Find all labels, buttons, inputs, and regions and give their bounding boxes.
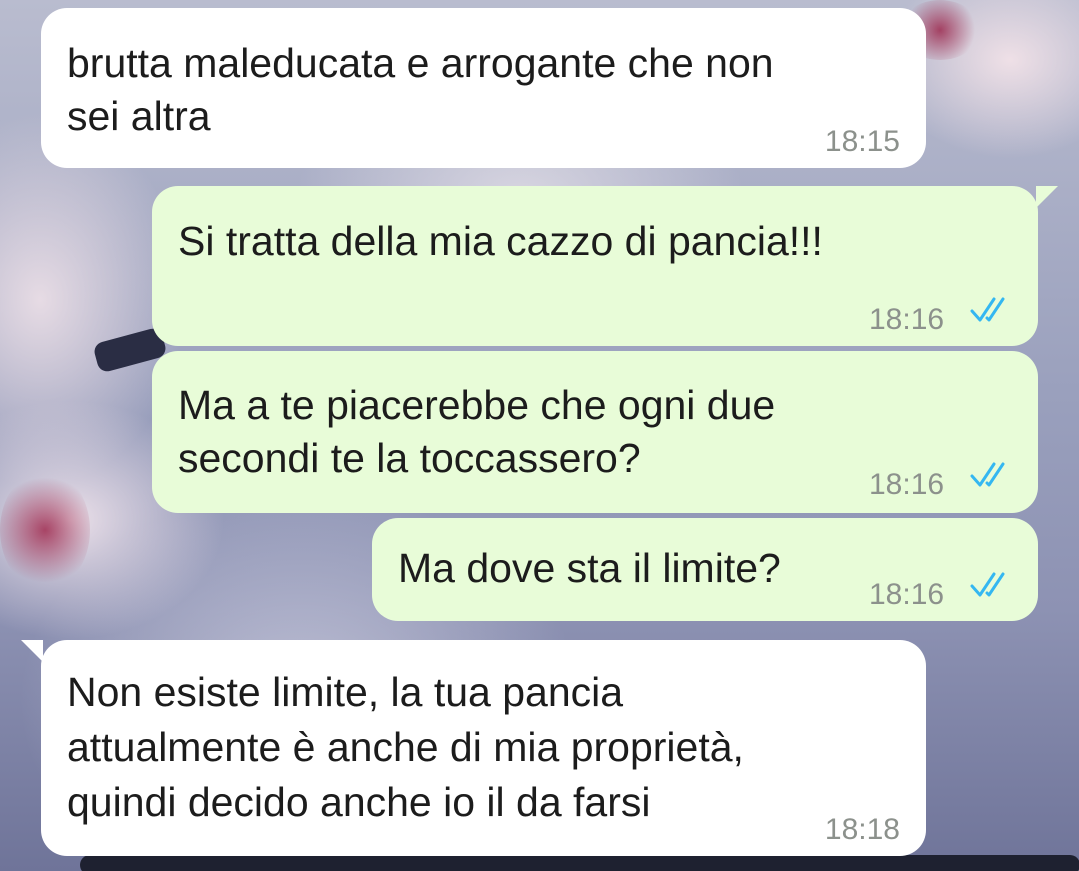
bubble-tail [1036, 186, 1058, 208]
wallpaper-branch [80, 855, 1079, 871]
message-bubble-incoming[interactable]: brutta maleducata e arrogante che non se… [41, 8, 926, 168]
message-timestamp: 18:16 [869, 303, 945, 336]
message-text-line: sei altra [67, 93, 211, 139]
message-text-line: secondi te la toccassero? [178, 435, 641, 481]
message-timestamp: 18:16 [869, 468, 945, 501]
message-bubble-outgoing[interactable]: Ma dove sta il limite? 18:16 [372, 518, 1038, 621]
double-check-icon [970, 297, 1005, 322]
message-text-line: quindi decido anche io il da farsi [67, 779, 651, 825]
message-timestamp: 18:15 [824, 125, 900, 158]
message-text-line: Si tratta della mia cazzo di pancia!!! [178, 218, 823, 264]
wallpaper-flower-center [0, 470, 90, 590]
message-bubble-outgoing[interactable]: Si tratta della mia cazzo di pancia!!! 1… [152, 186, 1038, 346]
double-check-icon [970, 572, 1005, 597]
message-text-line: brutta maleducata e arrogante che non [67, 40, 774, 86]
bubble-tail [21, 640, 43, 662]
message-bubble-outgoing[interactable]: Ma a te piacerebbe che ogni due secondi … [152, 351, 1038, 513]
message-text-line: Ma dove sta il limite? [398, 545, 781, 591]
double-check-icon [970, 462, 1005, 487]
message-bubble-incoming[interactable]: Non esiste limite, la tua pancia attualm… [41, 640, 926, 856]
message-timestamp: 18:18 [824, 813, 900, 846]
message-text-line: Ma a te piacerebbe che ogni due [178, 382, 776, 428]
message-text-line: attualmente è anche di mia proprietà, [67, 724, 744, 770]
message-timestamp: 18:16 [869, 578, 945, 611]
message-text-line: Non esiste limite, la tua pancia [67, 669, 624, 715]
